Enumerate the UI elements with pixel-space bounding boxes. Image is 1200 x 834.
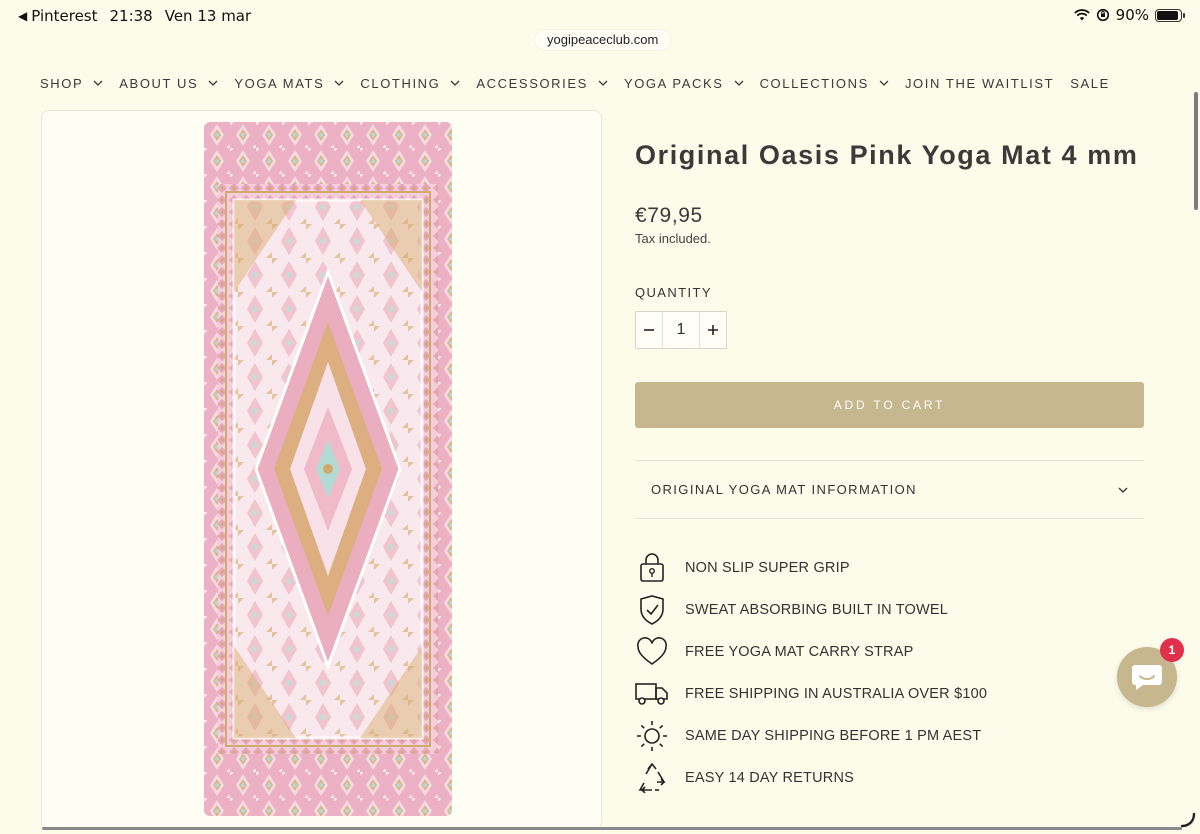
feature-label: SWEAT ABSORBING BUILT IN TOWEL	[685, 602, 949, 618]
product-price: €79,95	[635, 204, 703, 227]
chevron-down-icon	[1118, 487, 1128, 493]
chevron-down-icon	[734, 80, 743, 86]
status-time: 21:38	[109, 7, 153, 25]
feature-item: NON SLIP SUPER GRIP	[635, 551, 850, 585]
feature-item: FREE SHIPPING IN AUSTRALIA OVER $100	[635, 677, 987, 711]
heart-icon	[635, 635, 669, 669]
add-to-cart-button[interactable]: ADD TO CART	[635, 382, 1144, 428]
shield-check-icon	[635, 593, 669, 627]
accordion-label: ORIGINAL YOGA MAT INFORMATION	[651, 482, 917, 497]
status-bar-left: ◀ Pinterest 21:38 Ven 13 mar	[18, 7, 251, 25]
product-image-yoga-mat[interactable]	[204, 122, 452, 816]
nav-item-collections[interactable]: COLLECTIONS	[760, 76, 889, 91]
orientation-lock-icon	[1096, 8, 1109, 22]
back-arrow-icon[interactable]: ◀	[18, 9, 27, 23]
nav-item-label: SALE	[1070, 75, 1110, 91]
status-bar: ◀ Pinterest 21:38 Ven 13 mar 90%	[0, 0, 1200, 32]
sun-icon	[635, 719, 669, 753]
nav-item-label: YOGA PACKS	[623, 75, 724, 91]
nav-item-label: JOIN THE WAITLIST	[904, 75, 1055, 91]
nav-item-label: YOGA MATS	[234, 75, 325, 91]
feature-label: SAME DAY SHIPPING BEFORE 1 PM AEST	[685, 728, 982, 744]
battery-icon	[1155, 8, 1185, 22]
nav-item-label: ACCESSORIES	[476, 75, 588, 91]
nav-item-sale[interactable]: SALE	[1070, 76, 1110, 91]
nav-item-label: SHOP	[40, 75, 84, 91]
chat-bubble-icon	[1132, 665, 1162, 690]
recycle-icon	[635, 761, 669, 795]
chevron-down-icon	[598, 80, 608, 86]
truck-icon	[635, 677, 669, 711]
back-app-link[interactable]: Pinterest	[31, 7, 97, 25]
decrease-quantity-button[interactable]	[636, 312, 662, 348]
minus-icon	[644, 329, 654, 331]
quantity-stepper	[635, 311, 727, 349]
feature-label: NON SLIP SUPER GRIP	[685, 560, 850, 576]
horizontal-scrollbar[interactable]	[42, 827, 1182, 830]
feature-item: EASY 14 DAY RETURNS	[635, 761, 854, 795]
product-image-frame[interactable]	[41, 110, 602, 830]
product-title: Original Oasis Pink Yoga Mat 4 mm	[635, 140, 1139, 170]
feature-item: FREE YOGA MAT CARRY STRAP	[635, 635, 913, 669]
nav-item-about-us[interactable]: ABOUT US	[119, 76, 218, 91]
chevron-down-icon	[334, 80, 344, 86]
chevron-down-icon	[208, 80, 218, 86]
feature-label: FREE SHIPPING IN AUSTRALIA OVER $100	[685, 686, 988, 702]
vertical-scrollbar[interactable]	[1194, 92, 1198, 210]
nav-item-clothing[interactable]: CLOTHING	[360, 76, 460, 91]
battery-level	[1157, 10, 1178, 20]
battery-percent: 90%	[1115, 6, 1149, 24]
lock-icon	[635, 551, 669, 585]
tax-note: Tax included.	[635, 231, 711, 246]
nav-item-join-the-waitlist[interactable]: JOIN THE WAITLIST	[905, 76, 1054, 91]
nav-item-yoga-packs[interactable]: YOGA PACKS	[624, 76, 744, 91]
feature-label: FREE YOGA MAT CARRY STRAP	[685, 644, 914, 660]
nav-item-label: COLLECTIONS	[759, 75, 869, 91]
quantity-input[interactable]	[662, 312, 700, 348]
yoga-mat-information-accordion[interactable]: ORIGINAL YOGA MAT INFORMATION	[635, 460, 1144, 519]
nav-item-accessories[interactable]: ACCESSORIES	[476, 76, 608, 91]
chevron-down-icon	[450, 80, 460, 86]
feature-label: EASY 14 DAY RETURNS	[685, 770, 854, 786]
chat-notification-badge: 1	[1160, 638, 1184, 662]
plus-icon	[708, 325, 718, 335]
status-bar-right: 90%	[1073, 6, 1185, 24]
url-bar[interactable]: yogipeaceclub.com	[535, 30, 671, 50]
increase-quantity-button[interactable]	[700, 312, 726, 348]
wifi-icon	[1073, 9, 1090, 21]
status-date: Ven 13 mar	[164, 7, 252, 25]
chevron-down-icon	[93, 80, 103, 86]
resize-corner-icon	[1180, 812, 1196, 828]
quantity-label: QUANTITY	[635, 285, 712, 300]
main-nav: SHOP ABOUT US YOGA MATS CLOTHING ACCESSO…	[40, 72, 1110, 94]
chevron-down-icon	[879, 80, 889, 86]
nav-item-label: CLOTHING	[360, 75, 441, 91]
feature-item: SAME DAY SHIPPING BEFORE 1 PM AEST	[635, 719, 981, 753]
nav-item-yoga-mats[interactable]: YOGA MATS	[234, 76, 344, 91]
nav-item-label: ABOUT US	[119, 75, 199, 91]
nav-item-shop[interactable]: SHOP	[40, 76, 103, 91]
feature-item: SWEAT ABSORBING BUILT IN TOWEL	[635, 593, 948, 627]
